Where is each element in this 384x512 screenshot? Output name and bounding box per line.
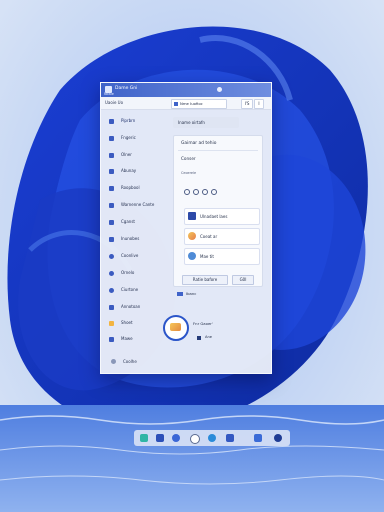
sidebar-item-label: Cganst bbox=[121, 219, 135, 224]
browser-icon[interactable] bbox=[172, 434, 180, 442]
window-subtitle: Nbaie bbox=[104, 92, 114, 96]
secondary-button[interactable]: G0I bbox=[232, 275, 254, 285]
sidebar: Piprbrn Fngeric Olner Abunay Roopbool Wa… bbox=[101, 109, 167, 373]
square-icon bbox=[109, 152, 114, 158]
content-panel: Gaimar ad tehio Conser Ceoerele Ulnadaet… bbox=[173, 135, 263, 287]
card-item-1[interactable]: Coeat ar bbox=[184, 228, 260, 245]
taskbar bbox=[134, 430, 290, 446]
sidebar-item-label: Annotoan bbox=[121, 304, 141, 309]
sidebar-item-0[interactable]: Piprbrn bbox=[109, 117, 167, 126]
divider bbox=[178, 150, 258, 151]
address-text: Nme Iuofioc bbox=[180, 101, 203, 106]
square-icon bbox=[109, 168, 114, 174]
app-window: Dame Gni Nbaie Uaoie Uo Nme Iuofioc I'S … bbox=[100, 82, 272, 374]
window-title: Dame Gni bbox=[115, 86, 138, 91]
sidebar-item-9[interactable]: Ornelo bbox=[109, 269, 167, 278]
circle-icon bbox=[109, 270, 114, 276]
cloud-icon bbox=[177, 292, 183, 296]
small-square-icon bbox=[197, 336, 201, 340]
option-icon[interactable] bbox=[211, 189, 217, 195]
main-search-bar[interactable]: Iname oirtafn bbox=[173, 117, 239, 128]
sidebar-item-2[interactable]: Olner bbox=[109, 151, 167, 160]
card-item-2[interactable]: Mae tit bbox=[184, 248, 260, 265]
sidebar-item-label: Piprbrn bbox=[121, 118, 136, 123]
sidebar-item-6[interactable]: Cganst bbox=[109, 218, 167, 227]
square-icon bbox=[109, 118, 114, 124]
sidebar-item-label: Warnenne Cante bbox=[121, 202, 155, 207]
square-icon bbox=[109, 320, 114, 326]
option-icon[interactable] bbox=[184, 189, 190, 195]
account-icon[interactable] bbox=[217, 87, 222, 92]
settings-icon bbox=[111, 359, 116, 364]
square-icon bbox=[109, 202, 114, 208]
toolbar-button-a[interactable]: I'S bbox=[241, 99, 253, 109]
icon-row bbox=[184, 189, 224, 195]
sidebar-item-8[interactable]: Coonlive bbox=[109, 252, 167, 261]
square-icon bbox=[109, 304, 114, 310]
sidebar-item-label: Inunobes bbox=[121, 236, 140, 241]
settings-icon[interactable] bbox=[274, 434, 282, 442]
panel-note: Ceoerele bbox=[181, 171, 197, 175]
search-icon[interactable] bbox=[190, 434, 200, 444]
image-icon bbox=[188, 232, 196, 240]
sidebar-item-4[interactable]: Roopbool bbox=[109, 184, 167, 193]
sidebar-item-3[interactable]: Abunay bbox=[109, 167, 167, 176]
sidebar-item-label: Olner bbox=[121, 152, 132, 157]
assistant-label: Fnr Gaoer' bbox=[193, 321, 213, 326]
breadcrumb[interactable]: Uaoie Uo bbox=[105, 100, 123, 105]
start-icon[interactable] bbox=[140, 434, 148, 442]
square-icon bbox=[109, 135, 114, 141]
primary-button[interactable]: Ratie bafore bbox=[182, 275, 228, 285]
circle-icon bbox=[109, 287, 114, 293]
circle-icon bbox=[109, 253, 114, 259]
footer-label: Coolhe bbox=[123, 359, 137, 364]
sidebar-item-label: Abunay bbox=[121, 168, 137, 173]
square-icon bbox=[109, 185, 114, 191]
sidebar-item-5[interactable]: Warnenne Cante bbox=[109, 201, 167, 210]
assistant-icon[interactable] bbox=[163, 315, 189, 341]
square-icon bbox=[109, 236, 114, 242]
sidebar-item-13[interactable]: Mawe bbox=[109, 335, 167, 344]
option-icon[interactable] bbox=[202, 189, 208, 195]
sidebar-item-1[interactable]: Fngeric bbox=[109, 134, 167, 143]
search-text: Iname oirtafn bbox=[178, 120, 205, 125]
sidebar-item-label: Shoet bbox=[121, 320, 133, 325]
folder-icon bbox=[174, 101, 178, 106]
taskbar-app-icon[interactable] bbox=[156, 434, 164, 442]
toolbar-button-b[interactable]: I bbox=[254, 99, 264, 109]
sidebar-item-7[interactable]: Inunobes bbox=[109, 235, 167, 244]
assistant-sub-label: Ane bbox=[205, 335, 212, 339]
sidebar-item-label: Coonlive bbox=[121, 253, 139, 258]
store-icon[interactable] bbox=[226, 434, 234, 442]
sidebar-item-label: Ornelo bbox=[121, 270, 135, 275]
card-label: Mae tit bbox=[200, 253, 214, 259]
globe-icon bbox=[188, 252, 196, 260]
sidebar-item-label: Ciurtone bbox=[121, 287, 139, 292]
sidebar-item-11[interactable]: Annotoan bbox=[109, 303, 167, 312]
sidebar-item-12[interactable]: Shoet bbox=[109, 319, 167, 328]
panel-footer-label: Ibanc bbox=[186, 291, 197, 296]
title-bar[interactable]: Dame Gni Nbaie bbox=[101, 83, 271, 97]
edge-icon[interactable] bbox=[208, 434, 216, 442]
square-icon bbox=[109, 219, 114, 225]
option-icon[interactable] bbox=[193, 189, 199, 195]
sidebar-item-label: Mawe bbox=[121, 336, 133, 341]
card-item-0[interactable]: Ulnadaet laes bbox=[184, 208, 260, 225]
square-icon bbox=[109, 336, 114, 342]
assistant-glyph bbox=[170, 323, 181, 331]
sidebar-item-10[interactable]: Ciurtone bbox=[109, 286, 167, 295]
panel-title: Gaimar ad tehio bbox=[181, 141, 217, 146]
mail-icon[interactable] bbox=[254, 434, 262, 442]
card-label: Ulnadaet laes bbox=[200, 213, 228, 219]
card-label: Coeat ar bbox=[200, 233, 218, 239]
address-field[interactable]: Nme Iuofioc bbox=[171, 99, 227, 109]
document-icon bbox=[188, 212, 196, 220]
panel-section-title: Conser bbox=[181, 156, 196, 161]
sidebar-item-label: Roopbool bbox=[121, 185, 140, 190]
sidebar-item-label: Fngeric bbox=[121, 135, 136, 140]
